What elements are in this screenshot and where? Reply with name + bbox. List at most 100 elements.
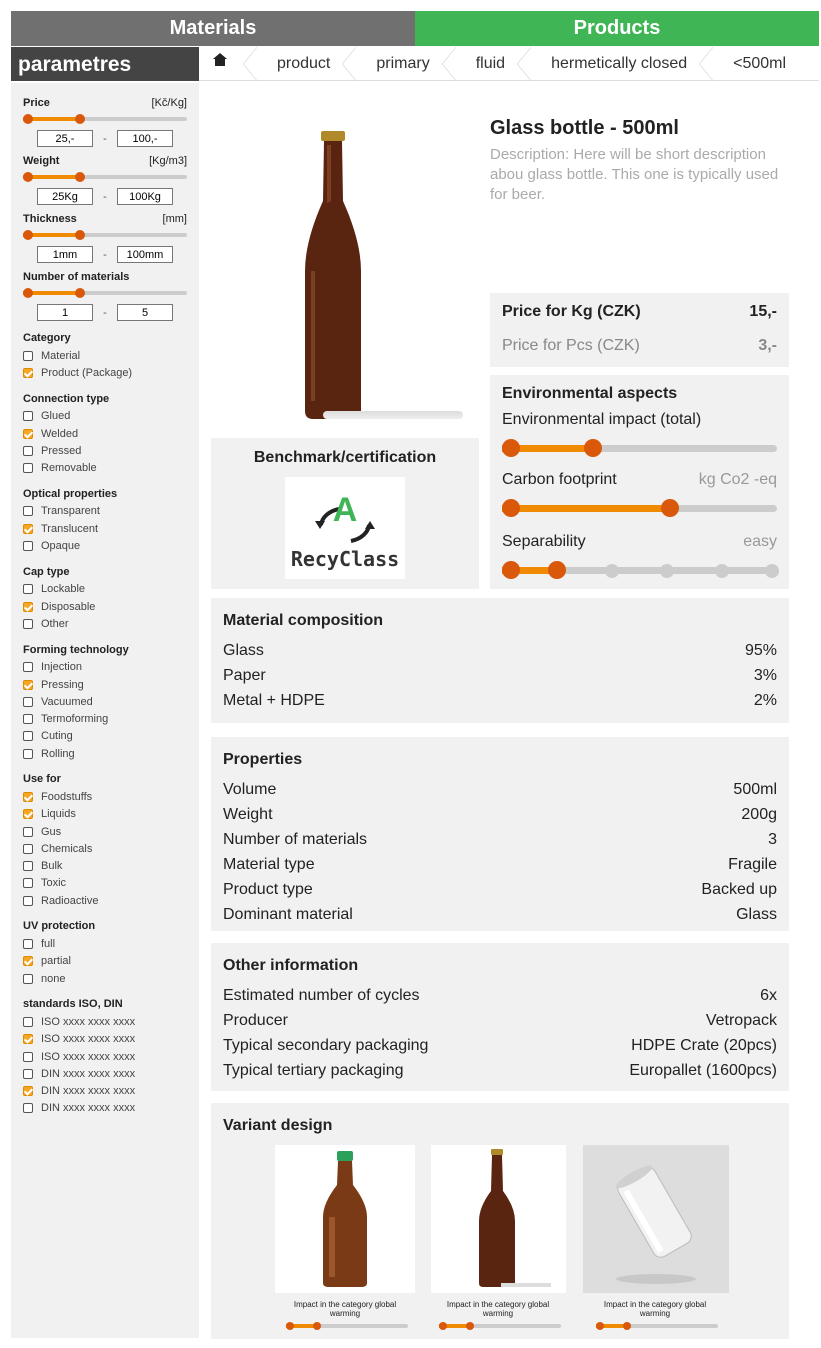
slider-step-dot[interactable] [764, 564, 779, 578]
checked-checkbox-icon[interactable] [23, 809, 33, 820]
impact-slider[interactable] [502, 439, 777, 457]
checkbox-icon[interactable] [23, 1103, 33, 1114]
filter-checkbox[interactable]: ISO xxxx xxxx xxxx [23, 1013, 187, 1030]
filter-checkbox[interactable]: Opaque [23, 537, 187, 554]
filter-checkbox[interactable]: partial [23, 953, 187, 970]
checked-checkbox-icon[interactable] [23, 1086, 33, 1097]
filter-checkbox[interactable]: DIN xxxx xxxx xxxx [23, 1065, 187, 1082]
checkbox-icon[interactable] [23, 618, 33, 629]
checked-checkbox-icon[interactable] [23, 956, 33, 967]
checkbox-icon[interactable] [23, 714, 33, 725]
filter-checkbox[interactable]: Disposable [23, 598, 187, 615]
filter-checkbox[interactable]: ISO xxxx xxxx xxxx [23, 1031, 187, 1048]
checkbox-icon[interactable] [23, 878, 33, 889]
slider-knob-max[interactable] [75, 288, 86, 298]
filter-checkbox[interactable]: Pressed [23, 442, 187, 459]
filter-checkbox[interactable]: Vacuumed [23, 693, 187, 710]
range-slider[interactable] [23, 114, 187, 124]
filter-checkbox[interactable]: Transparent [23, 503, 187, 520]
filter-checkbox[interactable]: Termoforming [23, 710, 187, 727]
checked-checkbox-icon[interactable] [23, 428, 33, 439]
filter-checkbox[interactable]: Gus [23, 823, 187, 840]
breadcrumb-item[interactable]: product [267, 46, 366, 81]
range-max-input[interactable] [117, 246, 173, 263]
checked-checkbox-icon[interactable] [23, 523, 33, 534]
range-min-input[interactable] [37, 246, 93, 263]
filter-checkbox[interactable]: Rolling [23, 745, 187, 762]
range-max-input[interactable] [117, 130, 173, 147]
checkbox-icon[interactable] [23, 748, 33, 759]
slider-knob-min[interactable] [502, 561, 520, 579]
slider-knob-min[interactable] [23, 230, 33, 240]
breadcrumb-item[interactable]: <500ml [723, 47, 796, 81]
slider-knob-min[interactable] [23, 172, 33, 182]
breadcrumb-item[interactable]: hermetically closed [541, 46, 723, 81]
slider-knob[interactable] [548, 561, 566, 579]
checkbox-icon[interactable] [23, 861, 33, 872]
checkbox-icon[interactable] [23, 445, 33, 456]
filter-checkbox[interactable]: Glued [23, 408, 187, 425]
checkbox-icon[interactable] [23, 411, 33, 422]
slider-knob-min[interactable] [286, 1322, 294, 1330]
range-slider[interactable] [23, 172, 187, 182]
checkbox-icon[interactable] [23, 895, 33, 906]
variant-impact-slider[interactable] [286, 1322, 408, 1330]
filter-checkbox[interactable]: DIN xxxx xxxx xxxx [23, 1083, 187, 1100]
slider-knob-min[interactable] [439, 1322, 447, 1330]
range-slider[interactable] [23, 230, 187, 240]
filter-checkbox[interactable]: Liquids [23, 806, 187, 823]
filter-checkbox[interactable]: full [23, 935, 187, 952]
breadcrumb-item[interactable]: primary [366, 46, 465, 81]
slider-knob-max[interactable] [75, 172, 86, 182]
filter-checkbox[interactable]: Lockable [23, 581, 187, 598]
filter-checkbox[interactable]: Chemicals [23, 840, 187, 857]
slider-step-dot[interactable] [605, 564, 619, 578]
slider-knob[interactable] [312, 1322, 321, 1330]
slider-knob[interactable] [465, 1322, 474, 1330]
filter-checkbox[interactable]: Pressing [23, 676, 187, 693]
checkbox-icon[interactable] [23, 939, 33, 950]
slider-knob-max[interactable] [75, 114, 86, 124]
slider-step-dot[interactable] [660, 564, 674, 578]
checked-checkbox-icon[interactable] [23, 791, 33, 802]
variant-pet-bottle-image[interactable] [275, 1145, 415, 1293]
carbon-slider[interactable] [502, 499, 777, 517]
slider-knob[interactable] [622, 1322, 631, 1330]
filter-checkbox[interactable]: Toxic [23, 875, 187, 892]
variant-can-image[interactable] [583, 1145, 729, 1293]
range-min-input[interactable] [37, 304, 93, 321]
checked-checkbox-icon[interactable] [23, 679, 33, 690]
range-min-input[interactable] [37, 130, 93, 147]
variant-impact-slider[interactable] [439, 1322, 561, 1330]
checkbox-icon[interactable] [23, 696, 33, 707]
checkbox-icon[interactable] [23, 506, 33, 517]
range-slider[interactable] [23, 288, 187, 298]
slider-knob[interactable] [583, 439, 602, 457]
breadcrumb-item[interactable]: fluid [466, 46, 541, 81]
slider-knob-max[interactable] [75, 230, 86, 240]
filter-checkbox[interactable]: Removable [23, 459, 187, 476]
checkbox-icon[interactable] [23, 826, 33, 837]
filter-checkbox[interactable]: DIN xxxx xxxx xxxx [23, 1100, 187, 1117]
checked-checkbox-icon[interactable] [23, 367, 33, 378]
checkbox-icon[interactable] [23, 541, 33, 552]
slider-knob-min[interactable] [23, 114, 33, 124]
filter-checkbox[interactable]: Translucent [23, 520, 187, 537]
checked-checkbox-icon[interactable] [23, 1034, 33, 1045]
filter-checkbox[interactable]: Cuting [23, 728, 187, 745]
filter-checkbox[interactable]: Foodstuffs [23, 788, 187, 805]
filter-checkbox[interactable]: Radioactive [23, 892, 187, 909]
checked-checkbox-icon[interactable] [23, 601, 33, 612]
checkbox-icon[interactable] [23, 662, 33, 673]
filter-checkbox[interactable]: Welded [23, 425, 187, 442]
filter-checkbox[interactable]: ISO xxxx xxxx xxxx [23, 1048, 187, 1065]
slider-knob-min[interactable] [502, 499, 520, 517]
breadcrumb-home[interactable] [199, 46, 267, 81]
filter-checkbox[interactable]: Injection [23, 659, 187, 676]
checkbox-icon[interactable] [23, 1068, 33, 1079]
slider-knob[interactable] [660, 499, 679, 517]
checkbox-icon[interactable] [23, 1051, 33, 1062]
variant-impact-slider[interactable] [596, 1322, 718, 1330]
separability-slider[interactable] [502, 561, 779, 579]
slider-knob-min[interactable] [502, 439, 520, 457]
